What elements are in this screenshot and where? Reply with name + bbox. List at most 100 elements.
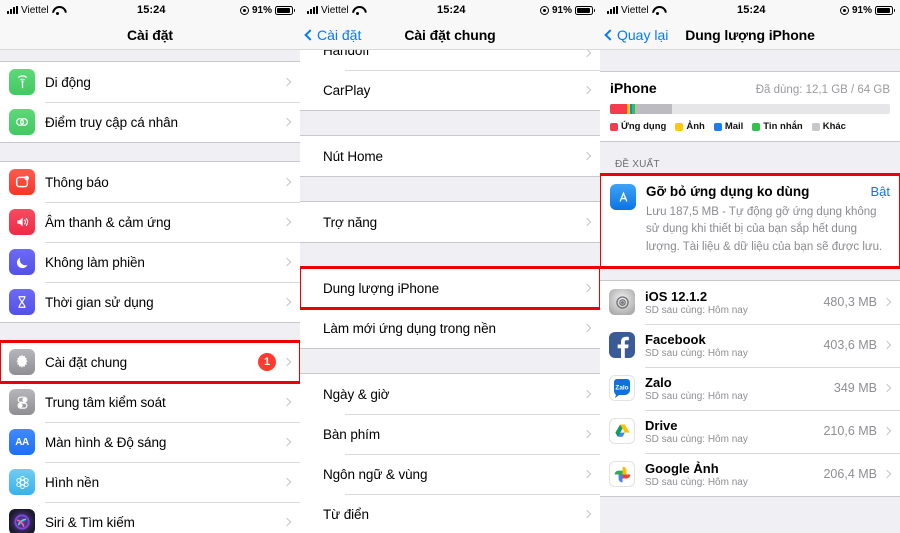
location-icon	[539, 5, 549, 15]
sidebar-item-notifications[interactable]: Thông báo	[0, 162, 300, 202]
list-item-language-region[interactable]: Ngôn ngữ & vùng	[300, 454, 600, 494]
status-left: Viettel	[607, 5, 663, 16]
list-item-dictionary[interactable]: Từ điển	[300, 494, 600, 533]
wifi-icon	[352, 6, 363, 15]
app-size-label: 403,6 MB	[823, 338, 877, 353]
app-last-used-label: SD sau cùng: Hôm nay	[645, 476, 748, 488]
list-item[interactable]: Facebook SD sau cùng: Hôm nay 403,6 MB	[600, 323, 900, 367]
list-item-label: Trợ năng	[323, 214, 378, 230]
status-right: 91%	[839, 5, 895, 16]
list-item-iphone-storage[interactable]: Dung lượng iPhone	[300, 266, 600, 310]
enable-button[interactable]: Bật	[870, 184, 890, 199]
chevron-right-icon	[282, 217, 292, 227]
list-gap	[0, 323, 300, 341]
chevron-right-icon	[582, 389, 592, 399]
general-group-locale: Ngày & giờ Bàn phím Ngôn ngữ & vùng Từ đ…	[300, 373, 600, 533]
screen-iphone-storage: Viettel 15:24 91% Quay lại Dung lượng iP…	[600, 0, 900, 533]
app-name-label: Google Ảnh	[645, 460, 719, 476]
ios-settings-icon	[609, 289, 635, 316]
gear-icon	[9, 349, 35, 375]
legend-item: Tin nhắn	[752, 121, 803, 132]
legend-item: Ảnh	[675, 121, 705, 132]
status-right: 91%	[239, 5, 295, 16]
sidebar-item-cellular[interactable]: Di động	[0, 62, 300, 102]
list-item-carplay[interactable]: CarPlay	[300, 70, 600, 110]
list-item-home-button[interactable]: Nút Home	[300, 136, 600, 176]
chevron-right-icon	[582, 509, 592, 519]
chevron-right-icon	[582, 217, 592, 227]
sidebar-item-sounds[interactable]: Âm thanh & cảm ứng	[0, 202, 300, 242]
recommendation-card[interactable]: Gỡ bỏ ứng dụng ko dùng Bật Lưu 187,5 MB …	[600, 173, 900, 269]
sidebar-item-screen-time[interactable]: Thời gian sử dụng	[0, 282, 300, 322]
app-text: iOS 12.1.2 SD sau cùng: Hôm nay	[645, 289, 823, 316]
list-gap	[300, 243, 600, 267]
carrier-label: Viettel	[621, 4, 649, 16]
sidebar-item-display[interactable]: AA Màn hình & Độ sáng	[0, 422, 300, 462]
chevron-right-icon	[582, 85, 592, 95]
signal-bars-icon	[307, 6, 318, 14]
list-item-background-refresh[interactable]: Làm mới ứng dụng trong nền	[300, 308, 600, 348]
list-item-handoff[interactable]: Handoff	[300, 50, 600, 70]
list-gap	[0, 50, 300, 61]
general-list[interactable]: Handoff CarPlay Nút Home Trợ năng Dung l…	[300, 50, 600, 533]
back-button[interactable]: Quay lại	[600, 27, 668, 43]
app-last-used-label: SD sau cùng: Hôm nay	[645, 390, 748, 402]
back-button-label: Quay lại	[617, 26, 669, 43]
sidebar-item-control-center[interactable]: Trung tâm kiểm soát	[0, 382, 300, 422]
list-item-label: Ngày & giờ	[323, 386, 390, 402]
general-group-handoff: Handoff CarPlay	[300, 50, 600, 111]
sidebar-item-siri[interactable]: Siri & Tìm kiếm	[0, 502, 300, 533]
signal-bars-icon	[607, 6, 618, 14]
siri-icon	[9, 509, 35, 533]
settings-list[interactable]: Di động Điểm truy cập cá nhân Thông báo …	[0, 50, 300, 533]
list-gap	[300, 111, 600, 135]
sidebar-item-hotspot[interactable]: Điểm truy cập cá nhân	[0, 102, 300, 142]
svg-text:Zalo: Zalo	[615, 385, 628, 392]
sidebar-item-wallpaper[interactable]: Hình nền	[0, 462, 300, 502]
legend-color-swatch	[811, 122, 820, 131]
legend-color-swatch	[752, 122, 761, 131]
sidebar-item-label: Thời gian sử dụng	[45, 294, 154, 310]
app-last-used-label: SD sau cùng: Hôm nay	[645, 433, 748, 445]
list-item-date-time[interactable]: Ngày & giờ	[300, 374, 600, 414]
sidebar-item-general[interactable]: Cài đặt chung 1	[0, 340, 300, 384]
list-gap	[0, 143, 300, 161]
sidebar-item-label: Màn hình & Độ sáng	[45, 434, 167, 450]
app-text: Facebook SD sau cùng: Hôm nay	[645, 332, 823, 359]
signal-bars-icon	[7, 6, 18, 14]
sidebar-item-do-not-disturb[interactable]: Không làm phiền	[0, 242, 300, 282]
recommendation-body: Gỡ bỏ ứng dụng ko dùng Bật Lưu 187,5 MB …	[646, 184, 890, 256]
sidebar-item-label: Di động	[45, 74, 91, 90]
list-gap	[600, 50, 900, 71]
app-last-used-label: SD sau cùng: Hôm nay	[645, 304, 748, 316]
legend-color-swatch	[713, 122, 722, 131]
list-gap	[600, 142, 900, 154]
speaker-icon	[9, 209, 35, 235]
list-item-label: Từ điển	[323, 506, 369, 522]
list-item[interactable]: iOS 12.1.2 SD sau cùng: Hôm nay 480,3 MB	[600, 280, 900, 324]
list-item-accessibility[interactable]: Trợ năng	[300, 202, 600, 242]
list-item-label: Nút Home	[323, 148, 383, 164]
chevron-right-icon	[882, 298, 892, 307]
chevron-left-icon	[604, 28, 616, 41]
list-item[interactable]: Drive SD sau cùng: Hôm nay 210,6 MB	[600, 409, 900, 453]
battery-icon	[575, 5, 595, 15]
screen-settings: Viettel 15:24 91% Cài đặt Di động Điểm t…	[0, 0, 300, 533]
recommendation-offload-apps[interactable]: Gỡ bỏ ứng dụng ko dùng Bật Lưu 187,5 MB …	[600, 176, 900, 266]
legend-label: Mail	[724, 121, 744, 132]
legend-label: Ứng dụng	[621, 121, 667, 132]
status-bar: Viettel 15:24 91%	[300, 0, 600, 20]
chevron-right-icon	[582, 469, 592, 479]
sidebar-item-label: Điểm truy cập cá nhân	[45, 114, 178, 130]
storage-list[interactable]: iPhone Đã dùng: 12,1 GB / 64 GB Ứng dụng…	[600, 50, 900, 533]
back-button[interactable]: Cài đặt	[300, 27, 361, 43]
back-button-label: Cài đặt	[317, 26, 362, 43]
location-icon	[239, 5, 249, 15]
list-item-keyboard[interactable]: Bàn phím	[300, 414, 600, 454]
list-item[interactable]: Google Ảnh SD sau cùng: Hôm nay 206,4 MB	[600, 452, 900, 496]
toggles-icon	[9, 389, 35, 415]
carrier-label: Viettel	[21, 4, 49, 16]
list-item[interactable]: Zalo Zalo SD sau cùng: Hôm nay 349 MB	[600, 366, 900, 410]
storage-legend: Ứng dụng Ảnh Mail Tin nhắn Khác	[610, 121, 890, 132]
chevron-right-icon	[282, 357, 292, 367]
